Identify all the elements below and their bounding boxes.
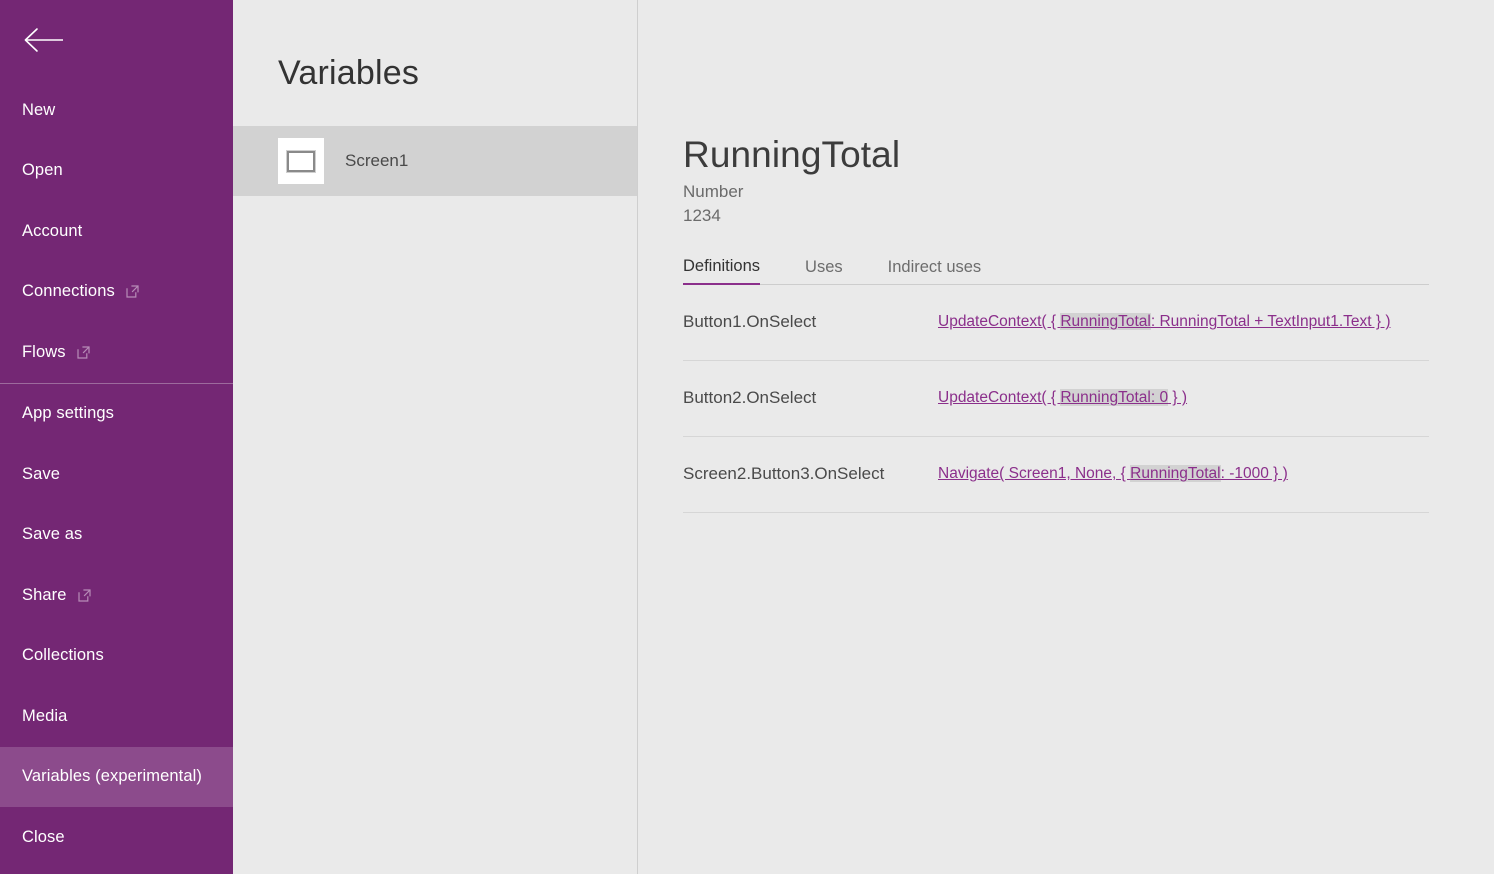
- definition-row: Screen2.Button3.OnSelectNavigate( Screen…: [683, 437, 1429, 513]
- formula-prefix: Navigate( Screen1, None, {: [938, 465, 1130, 482]
- nav-item-flows[interactable]: Flows: [0, 322, 233, 383]
- nav-item-connections[interactable]: Connections: [0, 262, 233, 323]
- nav-item-label: Open: [22, 161, 63, 180]
- formula-highlighted-token: RunningTotal: [1130, 465, 1220, 482]
- screen-list-item-label: Screen1: [345, 151, 408, 171]
- formula-suffix: } ): [1168, 389, 1187, 406]
- external-link-icon: [77, 346, 90, 359]
- formula-prefix: UpdateContext( {: [938, 313, 1060, 330]
- nav-item-label: Close: [22, 828, 65, 847]
- variables-list-panel: Variables Screen1: [233, 0, 638, 874]
- nav-item-label: Media: [22, 707, 67, 726]
- nav-item-save-as[interactable]: Save as: [0, 505, 233, 566]
- nav-item-label: Variables (experimental): [22, 767, 202, 786]
- nav-item-label: Share: [22, 586, 67, 605]
- nav-item-media[interactable]: Media: [0, 686, 233, 747]
- formula-suffix: : RunningTotal + TextInput1.Text } ): [1151, 313, 1391, 330]
- app-root: New Open Account Connections Flows App settin…: [0, 0, 1494, 874]
- definition-formula-link[interactable]: Navigate( Screen1, None, { RunningTotal:…: [938, 465, 1288, 483]
- screen-list-item[interactable]: Screen1: [233, 126, 637, 196]
- definition-formula-link[interactable]: UpdateContext( { RunningTotal: 0 } ): [938, 389, 1187, 407]
- formula-prefix: UpdateContext( {: [938, 389, 1060, 406]
- nav-item-save[interactable]: Save: [0, 444, 233, 505]
- formula-highlighted-token: RunningTotal: [1060, 313, 1150, 330]
- detail-tabs: Definitions Uses Indirect uses: [683, 255, 1429, 285]
- back-arrow-icon: [22, 27, 64, 53]
- definition-source-label: Button1.OnSelect: [683, 312, 938, 332]
- nav-item-label: Flows: [22, 343, 66, 362]
- nav-item-label: Collections: [22, 646, 104, 665]
- tab-uses[interactable]: Uses: [805, 258, 843, 284]
- formula-highlighted-token: RunningTotal: 0: [1060, 389, 1168, 406]
- nav-item-open[interactable]: Open: [0, 141, 233, 202]
- screen-thumbnail-inner: [287, 151, 315, 172]
- definition-source-label: Screen2.Button3.OnSelect: [683, 464, 938, 484]
- nav-item-new[interactable]: New: [0, 80, 233, 141]
- nav-item-list: New Open Account Connections Flows App settin…: [0, 80, 233, 868]
- variable-name-heading: RunningTotal: [683, 0, 1494, 175]
- nav-item-close[interactable]: Close: [0, 807, 233, 868]
- back-button[interactable]: [0, 0, 233, 80]
- panel-title: Variables: [233, 0, 637, 90]
- tab-definitions[interactable]: Definitions: [683, 257, 760, 285]
- definitions-table: Button1.OnSelectUpdateContext( { Running…: [683, 285, 1429, 513]
- tab-indirect-uses[interactable]: Indirect uses: [888, 258, 982, 284]
- nav-item-account[interactable]: Account: [0, 201, 233, 262]
- nav-item-label: Connections: [22, 282, 115, 301]
- nav-item-label: Save as: [22, 525, 82, 544]
- nav-item-label: New: [22, 101, 55, 120]
- nav-item-share[interactable]: Share: [0, 565, 233, 626]
- definition-formula-link[interactable]: UpdateContext( { RunningTotal: RunningTo…: [938, 313, 1391, 331]
- nav-item-label: Save: [22, 465, 60, 484]
- formula-suffix: : -1000 } ): [1221, 465, 1288, 482]
- external-link-icon: [126, 285, 139, 298]
- nav-item-label: App settings: [22, 404, 114, 423]
- nav-item-variables-experimental[interactable]: Variables (experimental): [0, 747, 233, 808]
- variable-value-label: 1234: [683, 206, 1494, 226]
- variable-type-label: Number: [683, 182, 1494, 202]
- screen-list: Screen1: [233, 126, 637, 196]
- definition-source-label: Button2.OnSelect: [683, 388, 938, 408]
- variable-detail-panel: RunningTotal Number 1234 Definitions Uses…: [638, 0, 1494, 874]
- external-link-icon: [78, 589, 91, 602]
- definition-row: Button1.OnSelectUpdateContext( { Running…: [683, 285, 1429, 361]
- nav-item-collections[interactable]: Collections: [0, 626, 233, 687]
- left-nav-panel: New Open Account Connections Flows App settin…: [0, 0, 233, 874]
- screen-thumbnail-icon: [278, 138, 324, 184]
- nav-item-label: Account: [22, 222, 82, 241]
- definition-row: Button2.OnSelectUpdateContext( { Running…: [683, 361, 1429, 437]
- nav-item-app-settings[interactable]: App settings: [0, 384, 233, 445]
